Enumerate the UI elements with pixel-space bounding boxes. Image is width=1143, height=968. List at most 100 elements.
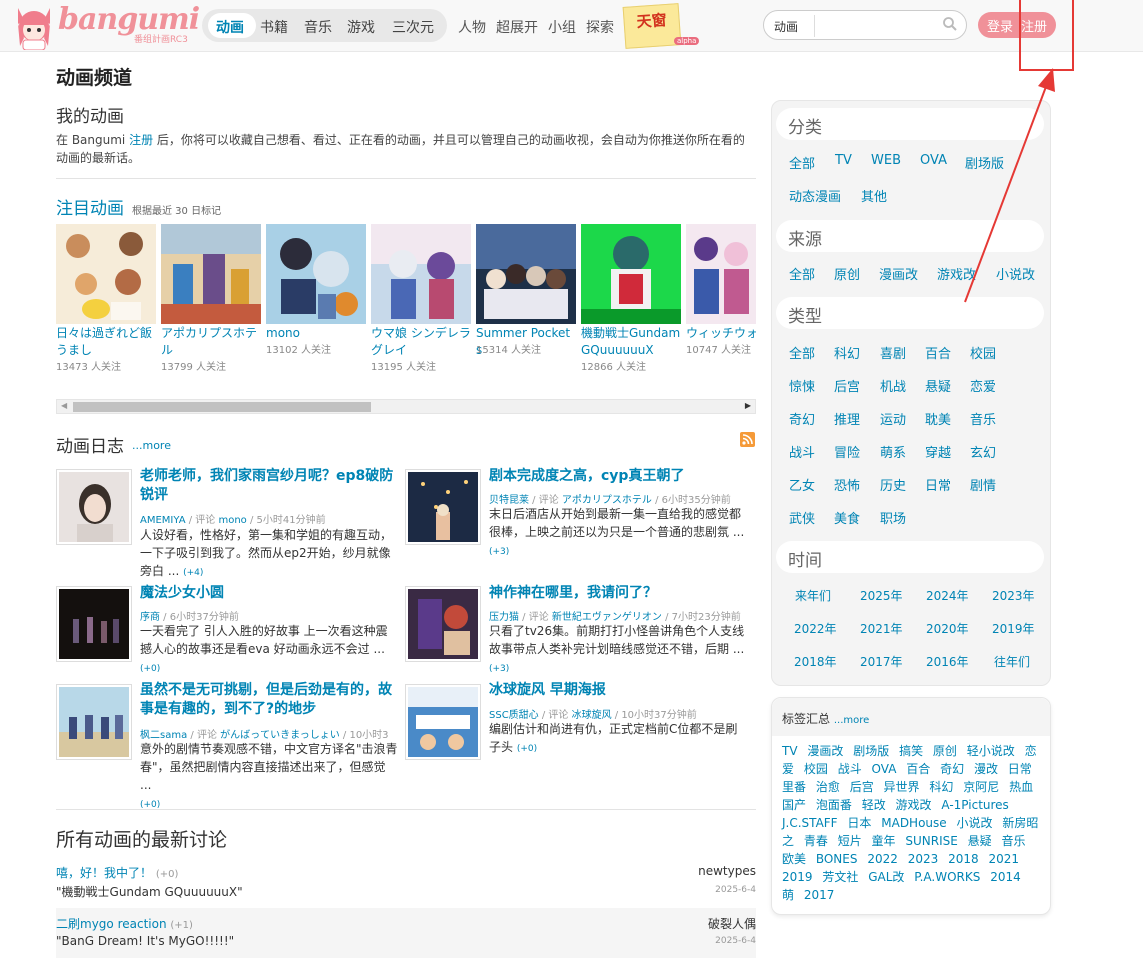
filter-genre[interactable]: 美食 [834, 508, 860, 527]
tag-cloud-item[interactable]: 芳文社 [822, 870, 858, 884]
filter-year[interactable]: 2023年 [992, 587, 1035, 604]
tag-cloud-more-link[interactable]: ...more [834, 715, 869, 726]
tag-cloud-item[interactable]: 2018 [948, 852, 979, 866]
tag-cloud-item[interactable]: 奇幻 [940, 762, 964, 776]
anime-name-2[interactable]: アポカリプスホテル [161, 325, 261, 359]
filter-genre[interactable]: 剧情 [970, 475, 996, 494]
search-icon[interactable] [942, 16, 958, 35]
filter-genre[interactable]: 喜剧 [880, 343, 906, 362]
search-type-select[interactable]: 动画 [774, 18, 798, 35]
filter-year[interactable]: 2025年 [860, 587, 903, 604]
blog-count-6[interactable]: (+0) [517, 744, 537, 754]
tag-cloud-item[interactable]: TV [782, 744, 798, 758]
filter-genre[interactable]: 武侠 [789, 508, 815, 527]
poster-1[interactable] [56, 224, 156, 324]
poster-2[interactable] [161, 224, 261, 324]
filter-genre[interactable]: 后宫 [834, 376, 860, 395]
hot-anime-title[interactable]: 注目动画 [56, 194, 124, 219]
blog-thumb-1[interactable] [56, 469, 132, 545]
poster-5[interactable] [476, 224, 576, 324]
tag-cloud-item[interactable]: 京阿尼 [963, 780, 999, 794]
blog-title-4[interactable]: 神作神在哪里，我请问了？ [489, 584, 749, 603]
filter-year[interactable]: 来年们 [795, 587, 831, 604]
nav-music[interactable]: 音乐 [304, 17, 332, 37]
blog-title-3[interactable]: 魔法少女小圆 [140, 584, 398, 603]
tag-cloud-item[interactable]: 轻改 [862, 798, 886, 812]
tag-cloud-item[interactable]: 日常 [1008, 762, 1032, 776]
blog-title-5[interactable]: 虽然不是无可挑剔，但是后劲是有的，故事是有趣的，到不了?的地步 [140, 681, 398, 719]
blog-count-4[interactable]: (+3) [489, 664, 509, 674]
filter-source[interactable]: 游戏改 [937, 264, 976, 283]
tag-cloud-item[interactable]: 2014 [990, 870, 1021, 884]
anime-name-1[interactable]: 日々は過ぎれど飯うまし [56, 325, 156, 359]
filter-year[interactable]: 2019年 [992, 620, 1035, 637]
tag-cloud-item[interactable]: 泡面番 [816, 798, 852, 812]
filter-source[interactable]: 原创 [834, 264, 860, 283]
blog-title-6[interactable]: 冰球旋风 早期海报 [489, 681, 749, 700]
tag-cloud-item[interactable]: 欧美 [782, 852, 806, 866]
filter-year[interactable]: 2024年 [926, 587, 969, 604]
blog-more-link[interactable]: ...more [132, 439, 171, 452]
scroll-right-icon[interactable]: ▶ [745, 401, 751, 410]
tag-cloud-item[interactable]: 漫改 [974, 762, 998, 776]
poster-6[interactable] [581, 224, 681, 324]
nav-rakuen[interactable]: 超展开 [496, 17, 538, 37]
filter-category[interactable]: WEB [871, 153, 901, 168]
scroll-left-icon[interactable]: ◀ [61, 401, 67, 410]
tag-cloud-item[interactable]: P.A.WORKS [914, 870, 980, 884]
tag-cloud-item[interactable]: MADHouse [881, 816, 946, 830]
blog-count-3[interactable]: (+0) [140, 664, 160, 674]
filter-category[interactable]: 其他 [861, 186, 887, 205]
filter-genre[interactable]: 职场 [880, 508, 906, 527]
nav-people[interactable]: 人物 [458, 17, 486, 37]
blog-anime-1[interactable]: mono [218, 515, 246, 526]
anime-name-7[interactable]: ウィッチウォ [686, 325, 756, 342]
tag-cloud-item[interactable]: 搞笑 [899, 744, 923, 758]
filter-year[interactable]: 往年们 [994, 653, 1030, 670]
tag-cloud-item[interactable]: 剧场版 [853, 744, 889, 758]
discussion-topic[interactable]: 二刷mygo reaction (+1) [56, 915, 193, 932]
filter-year[interactable]: 2017年 [860, 653, 903, 670]
tag-cloud-item[interactable]: 科幻 [929, 780, 953, 794]
filter-year[interactable]: 2016年 [926, 653, 969, 670]
blog-user-1[interactable]: AMEMIYA [140, 515, 186, 526]
filter-genre[interactable]: 推理 [834, 409, 860, 428]
tag-cloud-item[interactable]: 治愈 [816, 780, 840, 794]
tag-cloud-item[interactable]: BONES [816, 852, 858, 866]
filter-year[interactable]: 2018年 [794, 653, 837, 670]
tag-cloud-item[interactable]: 战斗 [838, 762, 862, 776]
filter-genre[interactable]: 玄幻 [970, 442, 996, 461]
poster-4[interactable] [371, 224, 471, 324]
filter-genre[interactable]: 耽美 [925, 409, 951, 428]
filter-source[interactable]: 全部 [789, 264, 815, 283]
anime-name-3[interactable]: mono [266, 325, 366, 342]
desc-register-link[interactable]: 注册 [129, 133, 153, 147]
tag-cloud-item[interactable]: 2017 [804, 888, 835, 902]
logo-mascot-icon[interactable] [14, 2, 54, 51]
tag-cloud-item[interactable]: 漫画改 [807, 744, 843, 758]
filter-genre[interactable]: 穿越 [925, 442, 951, 461]
discussion-user[interactable]: newtypes [698, 864, 756, 878]
tag-cloud-item[interactable]: 2022 [867, 852, 898, 866]
filter-year[interactable]: 2021年 [860, 620, 903, 637]
filter-genre[interactable]: 校园 [970, 343, 996, 362]
filter-genre[interactable]: 恐怖 [834, 475, 860, 494]
filter-genre[interactable]: 战斗 [789, 442, 815, 461]
filter-year[interactable]: 2022年 [794, 620, 837, 637]
tag-cloud-item[interactable]: 热血 [1009, 780, 1033, 794]
nav-games[interactable]: 游戏 [347, 17, 375, 37]
filter-genre[interactable]: 全部 [789, 343, 815, 362]
search-input[interactable] [820, 15, 938, 37]
filter-genre[interactable]: 恋爱 [970, 376, 996, 395]
filter-genre[interactable]: 百合 [925, 343, 951, 362]
tag-cloud-item[interactable]: 音乐 [1002, 834, 1026, 848]
filter-category[interactable]: TV [835, 153, 852, 168]
nav-anime[interactable]: 动画 [216, 17, 244, 37]
filter-genre[interactable]: 日常 [925, 475, 951, 494]
filter-category[interactable]: 全部 [789, 153, 815, 172]
filter-category[interactable]: 动态漫画 [789, 186, 841, 205]
anime-name-4[interactable]: ウマ娘 シンデレラグレイ [371, 325, 471, 359]
nav-real[interactable]: 三次元 [392, 17, 434, 37]
discussion-topic-title[interactable]: 嘻，好！我中了！ [56, 866, 152, 880]
discussion-topic-title[interactable]: 二刷mygo reaction [56, 917, 167, 931]
